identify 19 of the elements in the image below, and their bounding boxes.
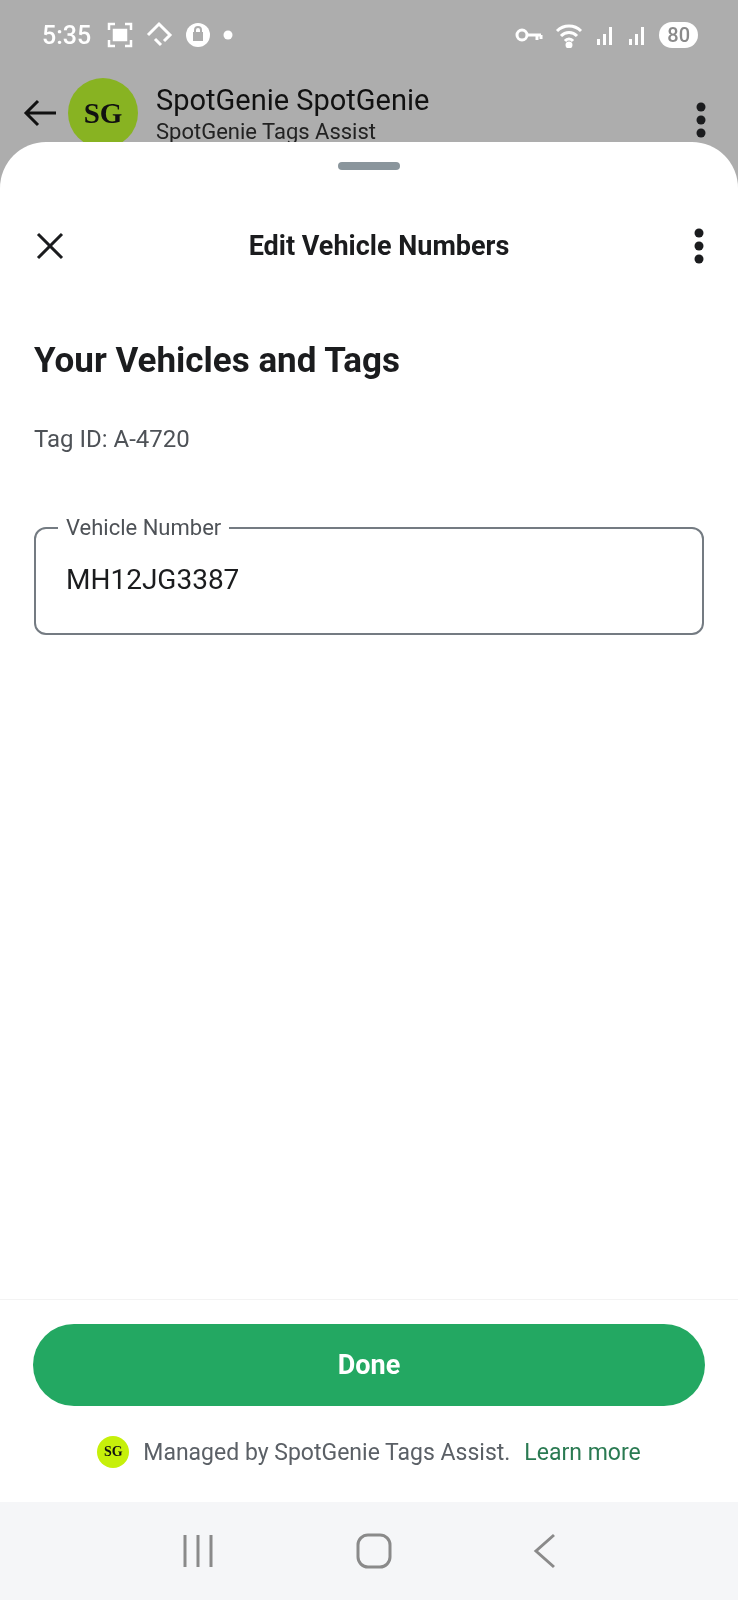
sheet-title: Edit Vehicle Numbers [247, 230, 511, 262]
home-icon[interactable] [356, 1533, 392, 1569]
back-icon[interactable] [533, 1533, 558, 1569]
battery-level: 80 [659, 22, 698, 48]
section-heading: Your Vehicles and Tags [34, 340, 402, 381]
clock-time: 5:35 [42, 20, 92, 50]
tag-id: Tag ID: A-4720 [34, 425, 191, 453]
more-icon [696, 102, 706, 138]
notification-dot-icon [223, 30, 234, 40]
key-icon [515, 27, 544, 43]
logo-badge: SG [97, 1436, 130, 1468]
managed-by-text: Managed by SpotGenie Tags Assist. [143, 1438, 511, 1466]
wifi-icon [555, 22, 584, 48]
chat-title: SpotGenie SpotGenie [156, 82, 431, 118]
drag-handle[interactable] [338, 162, 400, 170]
done-button[interactable]: Done [33, 1324, 705, 1406]
screenshot-icon [107, 22, 134, 48]
more-icon [694, 228, 704, 264]
learn-more-link[interactable]: Learn more [524, 1438, 641, 1466]
